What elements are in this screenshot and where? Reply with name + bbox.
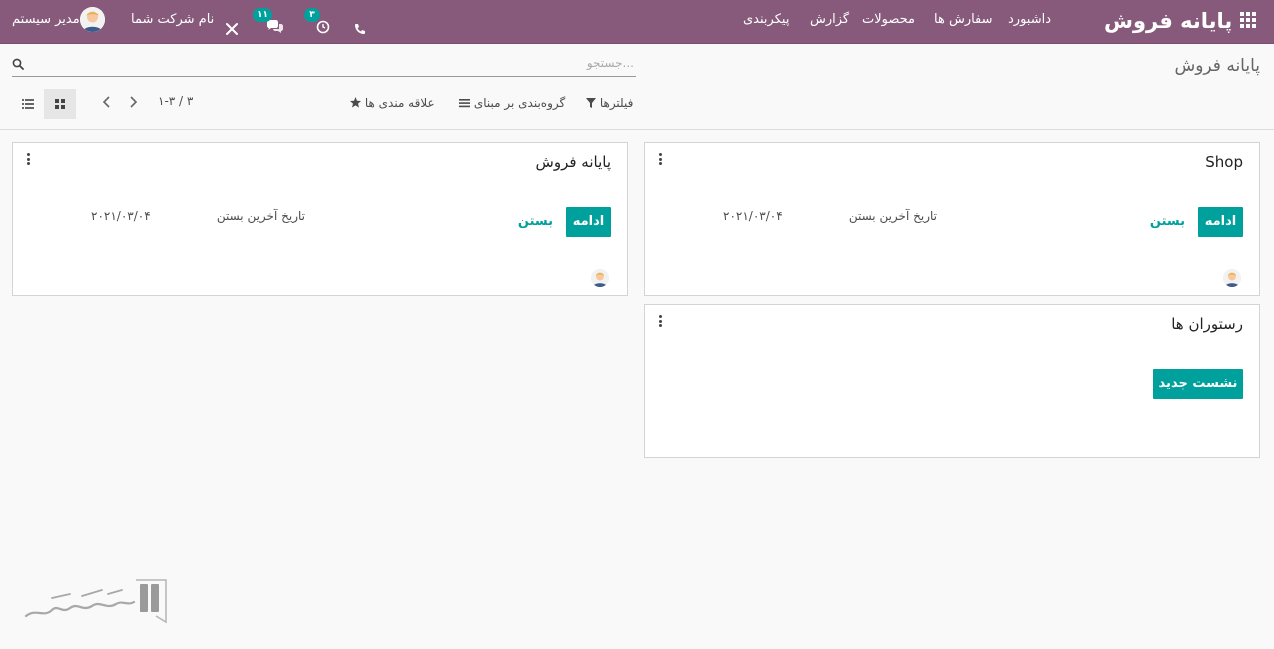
card-title[interactable]: پایانه فروش — [536, 153, 611, 171]
user-avatar — [1223, 269, 1241, 287]
groupby-button[interactable]: گروه‌بندی بر مبنای — [459, 96, 565, 110]
search-input[interactable]: جستجو... — [12, 54, 636, 77]
pos-card-restaurants: رستوران ها نشست جدید — [644, 304, 1260, 458]
last-closing-label: تاریخ آخرین بستن — [216, 209, 305, 223]
card-title[interactable]: Shop — [1205, 153, 1243, 171]
menu-products[interactable]: محصولات — [862, 0, 915, 44]
filter-icon — [586, 98, 596, 108]
control-panel-divider — [0, 129, 1274, 130]
card-title[interactable]: رستوران ها — [1171, 315, 1243, 333]
last-closing-date: ۲۰۲۱/۰۳/۰۴ — [723, 209, 783, 223]
list-view-button[interactable] — [12, 89, 44, 119]
pos-card-shop: Shop ادامه بستن تاریخ آخرین بستن ۲۰۲۱/۰۳… — [644, 142, 1260, 296]
filters-label: فیلترها — [599, 96, 634, 110]
search-placeholder: جستجو... — [586, 56, 634, 70]
last-closing-label: تاریخ آخرین بستن — [848, 209, 937, 223]
kebab-menu-icon[interactable] — [27, 153, 31, 167]
chevron-right-icon[interactable] — [129, 96, 138, 111]
watermark-logo — [22, 578, 170, 626]
page-title: پایانه فروش — [1174, 56, 1260, 76]
kebab-menu-icon[interactable] — [659, 153, 663, 167]
kebab-menu-icon[interactable] — [659, 315, 663, 329]
tools-icon[interactable] — [225, 13, 239, 35]
chevron-left-icon[interactable] — [102, 96, 111, 111]
pos-card-main: پایانه فروش ادامه بستن تاریخ آخرین بستن … — [12, 142, 628, 296]
list-icon — [459, 99, 470, 108]
messages-count-badge: ۱۱ — [253, 8, 272, 22]
last-closing-date: ۲۰۲۱/۰۳/۰۴ — [91, 209, 151, 223]
groupby-label: گروه‌بندی بر مبنای — [473, 96, 566, 110]
top-navbar: پایانه فروش داشبورد سفارش ها محصولات گزا… — [0, 0, 1274, 44]
favorites-button[interactable]: علاقه مندی ها — [350, 96, 435, 110]
resume-button[interactable]: ادامه — [1198, 207, 1243, 237]
user-avatar — [591, 269, 609, 287]
resume-button[interactable]: ادامه — [566, 207, 611, 237]
company-switcher[interactable]: نام شرکت شما — [131, 0, 214, 44]
menu-orders[interactable]: سفارش ها — [934, 0, 993, 44]
favorites-label: علاقه مندی ها — [364, 96, 435, 110]
new-session-button[interactable]: نشست جدید — [1153, 369, 1243, 399]
menu-configuration[interactable]: پیکربندی — [743, 0, 789, 44]
kanban-view-button[interactable] — [44, 89, 76, 119]
activity-count-badge: ۳ — [304, 8, 320, 22]
pager-value[interactable]: ۱-۳ / ۳ — [158, 94, 193, 108]
star-icon — [350, 97, 361, 108]
list-view-icon — [22, 99, 34, 109]
close-session-link[interactable]: بستن — [1150, 214, 1185, 229]
kanban-icon — [55, 99, 65, 109]
apps-grid-icon[interactable] — [1238, 10, 1258, 54]
app-brand[interactable]: پایانه فروش — [1104, 0, 1232, 44]
search-icon[interactable] — [12, 58, 24, 74]
user-menu[interactable]: مدیر سیستم — [12, 0, 80, 44]
user-avatar[interactable] — [80, 7, 105, 32]
menu-dashboard[interactable]: داشبورد — [1008, 0, 1051, 44]
filters-button[interactable]: فیلترها — [586, 96, 633, 110]
phone-icon[interactable] — [354, 12, 366, 34]
close-session-link[interactable]: بستن — [518, 214, 553, 229]
menu-reporting[interactable]: گزارش — [810, 0, 849, 44]
